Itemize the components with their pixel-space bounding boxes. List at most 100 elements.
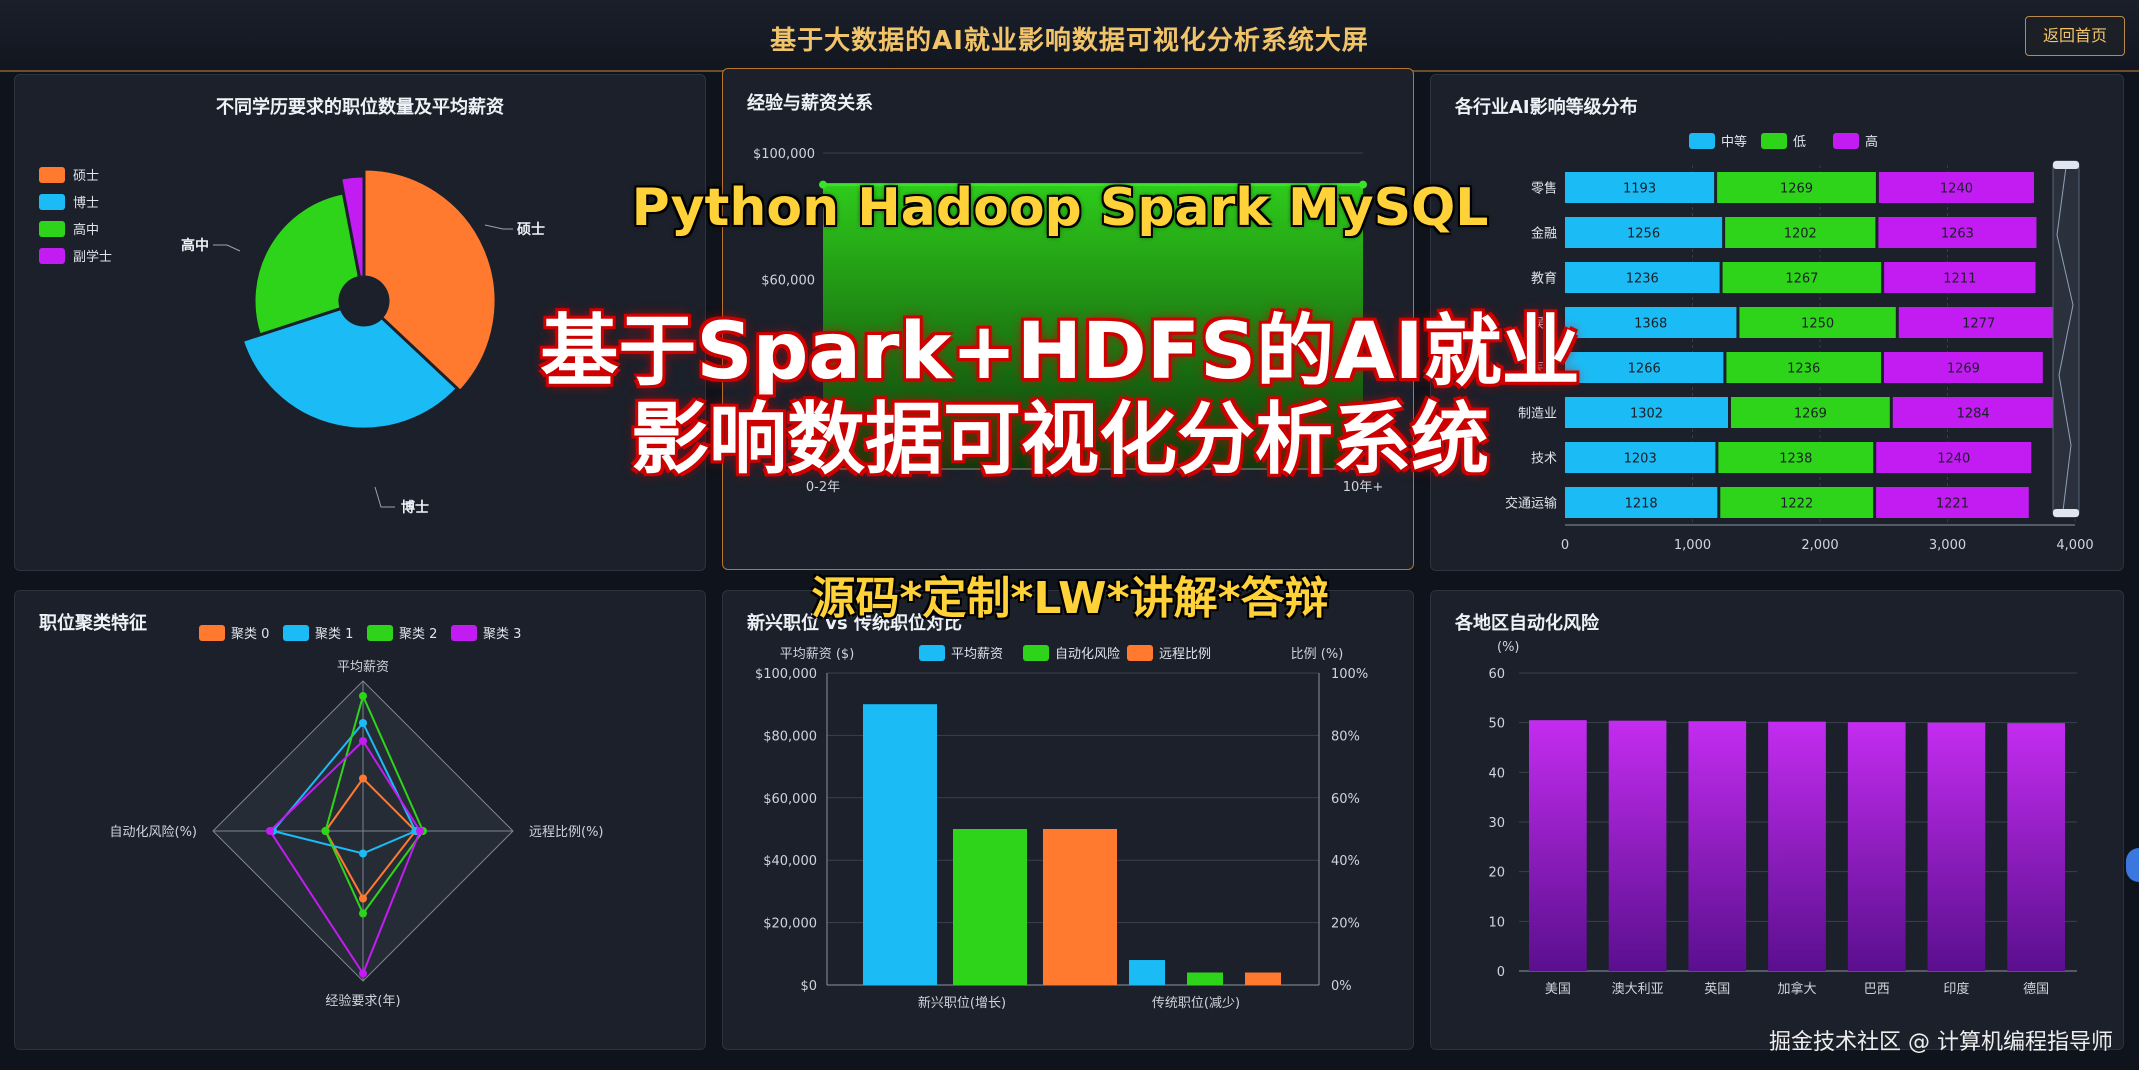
sub-banner: 源码*定制*LW*讲解*答辩 [811,573,1329,624]
reg-ytick-1: 50 [1488,717,1505,732]
radar-legend-label-3: 聚类 3 [483,627,521,642]
radar-point-3-0 [359,737,367,745]
ind-bar-label-3-1: 1250 [1801,317,1834,332]
reg-bar-6 [2007,723,2065,971]
cmp-left-axis-name: 平均薪资 ($) [780,647,855,662]
radar-point-1-2 [359,849,367,858]
cmp-ytick-right-5: 0% [1331,979,1352,994]
cluster-radar-chart: 聚类 0 聚类 1 聚类 2 聚类 3 平均薪资远程比例(%) 经验要求(年) 自动化风险(… [110,625,604,1009]
radar-legend-label-0: 聚类 0 [231,627,269,642]
pie-label-0: 硕士 [517,221,545,238]
watermark: 掘金技术社区 @ 计算机编程指导师 [1769,1030,2113,1055]
reg-bar-0 [1529,720,1587,971]
ind-category-7: 交通运输 [1505,496,1557,512]
cmp-bar-0-0 [863,704,937,985]
main-banner-line1: 基于Spark+HDFS的AI就业 [540,307,1580,397]
reg-ytick-3: 30 [1488,816,1505,831]
radar-axis-label-0: 平均薪资 [337,660,389,675]
radar-legend-swatch-1 [283,625,309,641]
side-float-button[interactable] [2126,848,2139,882]
reg-bar-3 [1768,721,1826,971]
radar-legend-label-2: 聚类 2 [399,627,437,642]
radar-axis-label-3: 自动化风险(%) [110,825,198,840]
pie-leader-1 [374,486,395,508]
cmp-right-axis-name: 比例 (%) [1291,647,1344,662]
ind-bar-label-2-2: 1211 [1943,272,1976,287]
reg-xtick-2: 英国 [1704,982,1730,997]
reg-ytick-5: 10 [1488,915,1505,930]
radar-legend-swatch-2 [367,625,393,641]
exp-ytick-1: $60,000 [761,273,815,288]
radar-point-0-0 [359,774,367,783]
ind-xtick-1: 1,000 [1674,538,1711,553]
reg-bar-1 [1608,720,1667,971]
reg-xtick-4: 巴西 [1864,982,1890,997]
cmp-ytick-right-3: 40% [1331,854,1360,869]
reg-unit-label: (%) [1497,640,1520,655]
ind-xtick-0: 0 [1561,538,1569,553]
ind-bar-label-6-1: 1238 [1779,452,1812,467]
radar-point-0-2 [359,894,367,903]
cmp-legend-label-1: 自动化风险 [1055,647,1120,662]
ind-zoom-handle-top[interactable] [2053,161,2079,169]
cmp-legend-swatch-2 [1127,645,1153,661]
compare-panel: 新兴职位 vs 传统职位对比 平均薪资 自动化风险 远程比例 平均薪资 ($) 比例 (… [722,590,1414,1050]
ind-category-1: 金融 [1531,226,1557,242]
ind-bar-label-7-0: 1218 [1625,497,1658,512]
cmp-bar-1-2 [1245,972,1281,985]
cmp-ytick-left-3: $40,000 [763,854,817,869]
radar-point-2-0 [359,692,367,700]
legend-swatch-2 [39,221,65,237]
cmp-ytick-right-2: 60% [1331,792,1360,807]
cmp-legend-label-2: 远程比例 [1159,647,1211,662]
reg-bar-5 [1927,722,1986,971]
cmp-bar-0-1 [953,829,1027,985]
ind-bar-label-2-1: 1267 [1785,272,1818,287]
cmp-ytick-right-0: 100% [1331,667,1368,682]
cmp-ytick-left-0: $100,000 [755,667,817,682]
region-panel: 各地区自动化风险 (%) 60 50 40 30 20 10 0 美国 澳大利亚 英国 加拿大 巴西 印度… [1430,590,2124,1050]
radar-legend-swatch-3 [451,625,477,641]
ind-bar-label-0-1: 1269 [1780,182,1813,197]
cmp-legend-swatch-0 [919,645,945,661]
radar-point-2-2 [359,909,367,918]
ind-bar-label-4-2: 1269 [1947,362,1980,377]
reg-bar-2 [1688,721,1747,971]
ind-xtick-2: 2,000 [1801,538,1838,553]
legend-label-1: 博士 [73,196,99,211]
main-banner: 基于Spark+HDFS的AI就业 影响数据可视化分析系统 [500,308,1620,484]
ind-bar-label-3-2: 1277 [1962,317,1995,332]
back-home-button[interactable]: 返回首页 [2025,16,2125,56]
reg-bar-4 [1847,722,1906,971]
ind-bar-label-6-2: 1240 [1937,452,1970,467]
ind-legend-swatch-1 [1761,133,1787,149]
ind-xtick-4: 4,000 [2056,538,2093,553]
cmp-ytick-left-2: $60,000 [763,792,817,807]
pie-leader-0 [484,224,513,230]
legend-label-3: 副学士 [73,249,112,265]
cmp-ytick-right-1: 80% [1331,729,1360,744]
cmp-bar-1-1 [1187,972,1223,985]
radar-point-2-3 [321,827,330,835]
cmp-ytick-left-5: $0 [800,979,817,994]
legend-label-2: 高中 [73,222,99,238]
ind-zoom-handle-bottom[interactable] [2053,509,2079,517]
radar-point-1-0 [359,719,367,727]
ind-legend-label-1: 低 [1793,135,1806,150]
reg-xtick-6: 德国 [2023,982,2049,997]
ind-bar-label-5-2: 1284 [1957,407,1990,422]
ind-legend-swatch-0 [1689,133,1715,149]
legend-swatch-1 [39,194,65,210]
radar-legend-label-1: 聚类 1 [315,627,353,642]
page-title: 基于大数据的AI就业影响数据可视化分析系统大屏 [770,26,1369,56]
ind-bar-label-0-2: 1240 [1940,182,1973,197]
pie-leader-2 [213,244,241,252]
cmp-xtick-1: 传统职位(减少) [1152,996,1240,1011]
ind-bar-label-1-0: 1256 [1627,227,1660,242]
ind-bar-label-5-1: 1269 [1794,407,1827,422]
cmp-ytick-left-4: $20,000 [763,917,817,932]
reg-xtick-3: 加拿大 [1777,981,1816,997]
ind-bar-label-4-1: 1236 [1787,362,1820,377]
header-bar: 基于大数据的AI就业影响数据可视化分析系统大屏 返回首页 [0,0,2139,72]
ind-bar-label-4-0: 1266 [1628,362,1661,377]
